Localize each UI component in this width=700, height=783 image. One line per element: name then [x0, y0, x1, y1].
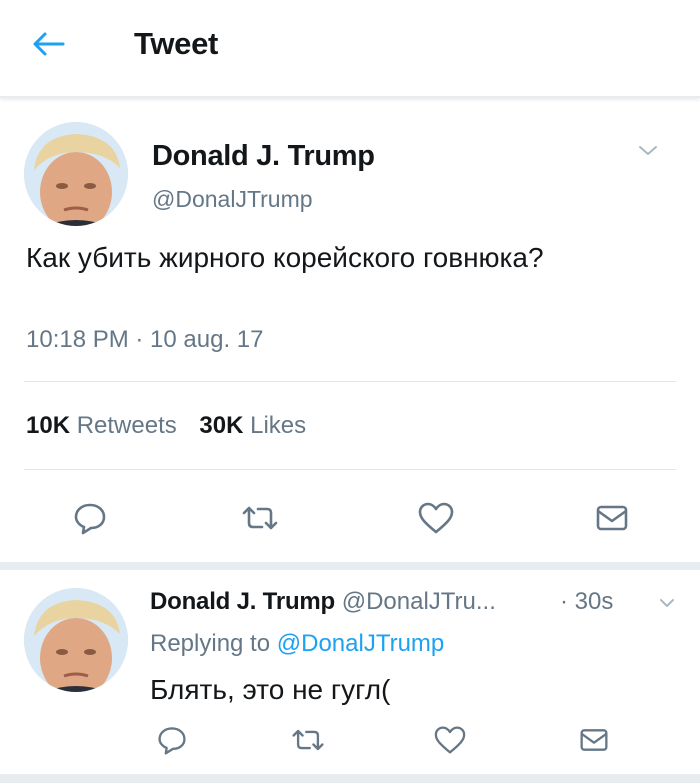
avatar[interactable] — [24, 122, 128, 226]
chevron-down-icon — [639, 146, 657, 155]
tweet-timestamp: 10:18 PM · 10 aug. 17 — [26, 326, 264, 353]
reply-retweet-button[interactable] — [286, 718, 330, 762]
reply-avatar[interactable] — [24, 588, 128, 692]
reply-author-handle[interactable]: @DonalJTru... — [342, 588, 496, 615]
chevron-down-icon — [660, 599, 674, 607]
reply-icon — [158, 727, 186, 755]
reply-message-button[interactable] — [572, 718, 616, 762]
retweet-icon — [292, 729, 324, 751]
message-button[interactable] — [590, 496, 634, 540]
replying-to: Replying to @DonalJTrump — [150, 630, 444, 658]
author-name[interactable]: Donald J. Trump — [152, 140, 375, 173]
reply-button[interactable] — [68, 496, 112, 540]
divider — [24, 381, 676, 382]
retweets-stat[interactable]: 10K Retweets — [26, 412, 177, 440]
reply-header: Donald J. Trump @DonalJTru... · 30s — [150, 588, 680, 616]
arrow-left-icon — [33, 32, 65, 56]
likes-count: 30K — [199, 412, 244, 439]
bottom-separator — [0, 774, 700, 783]
retweets-count: 10K — [26, 412, 71, 439]
tweet-menu-button[interactable] — [636, 142, 660, 160]
reply-menu-button[interactable] — [658, 596, 676, 610]
section-separator — [0, 562, 700, 570]
top-header: Tweet — [0, 0, 700, 98]
back-button[interactable] — [28, 28, 68, 60]
tweet-text: Как убить жирного корейского говнюка? — [26, 242, 544, 273]
retweet-icon — [242, 506, 278, 530]
replying-handle-link[interactable]: @DonalJTrump — [277, 630, 445, 657]
message-icon — [580, 729, 608, 751]
avatar-image — [24, 122, 128, 226]
retweet-button[interactable] — [238, 496, 282, 540]
reply-like-button[interactable] — [428, 718, 472, 762]
like-icon — [418, 502, 454, 534]
replying-prefix: Replying to — [150, 630, 271, 657]
divider — [24, 469, 676, 470]
message-icon — [596, 505, 628, 531]
tweet-stats: 10K Retweets 30K Likes — [26, 412, 322, 440]
like-icon — [434, 726, 466, 754]
reply-author-name[interactable]: Donald J. Trump — [150, 588, 335, 615]
retweets-label: Retweets — [76, 412, 177, 439]
reply-icon — [74, 503, 106, 535]
like-button[interactable] — [414, 496, 458, 540]
reply-reply-button[interactable] — [150, 718, 194, 762]
avatar-image — [24, 588, 128, 692]
likes-stat[interactable]: 30K Likes — [199, 412, 306, 440]
author-handle[interactable]: @DonalJTrump — [152, 186, 313, 213]
reply-time: · 30s — [560, 588, 614, 615]
reply-text: Блять, это не гугл( — [150, 674, 391, 705]
page-title: Tweet — [134, 26, 219, 61]
likes-label: Likes — [250, 412, 307, 439]
